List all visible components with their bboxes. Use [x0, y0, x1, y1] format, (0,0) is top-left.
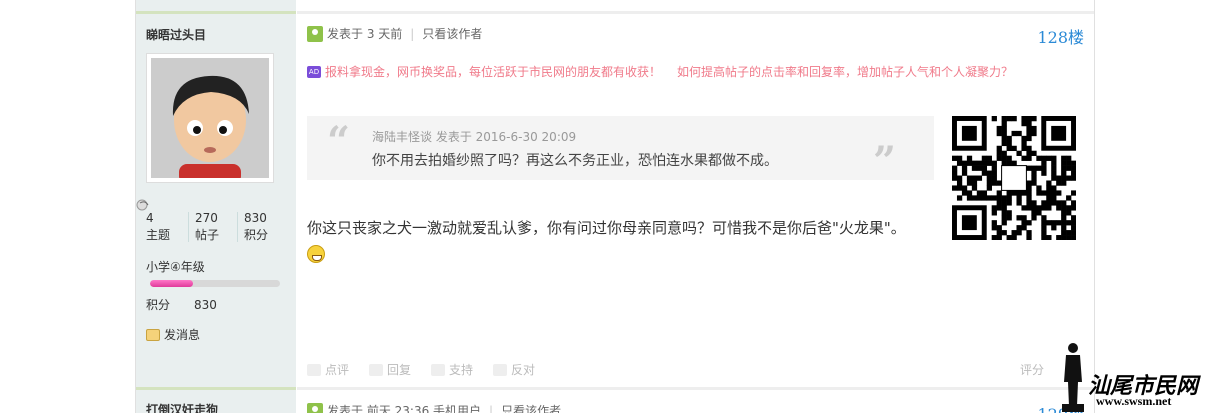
- author-username[interactable]: 睇晤过头目: [146, 26, 206, 43]
- post-meta: 发表于 3 天前 | 只看该作者: [307, 25, 482, 42]
- author-sidebar: 睇晤过头目 4 主题 270 帖子 830 积分 小学④年级 积分 830 发消…: [136, 0, 296, 413]
- support-button[interactable]: 支持: [431, 361, 473, 378]
- avatar-image: [151, 58, 269, 178]
- next-author-username[interactable]: 打倒汉奸走狗: [146, 401, 218, 413]
- ad-link[interactable]: 报料拿现金，网币换奖品，每位活跃于市民网的朋友都有收获！: [325, 63, 661, 80]
- site-watermark: 汕尾市民网 www.swsm.net: [1058, 340, 1220, 413]
- stat-topics[interactable]: 4 主题: [146, 211, 188, 243]
- quote-open-icon: “: [327, 118, 351, 165]
- qr-code: [952, 116, 1077, 241]
- ad-icon: AD: [307, 65, 321, 78]
- online-status-icon: [136, 196, 150, 211]
- post-body-text: 你这只丧家之犬一激动就爱乱认爹，你有问过你母亲同意吗？可惜我不是你后爸"火龙果"…: [307, 219, 906, 237]
- separator: |: [410, 26, 415, 41]
- credit-row: 积分 830: [146, 296, 217, 313]
- quote-block: “ 海陆丰怪谈 发表于 2016-6-30 20:09 你不用去拍婚纱照了吗？再…: [307, 116, 934, 185]
- reply-icon: [369, 363, 384, 376]
- stat-value: 270: [195, 211, 218, 225]
- stat-credits[interactable]: 830 积分: [237, 212, 286, 242]
- stat-value: 4: [146, 211, 154, 225]
- message-icon: [146, 328, 160, 341]
- avatar[interactable]: [146, 53, 274, 183]
- grade-progress-fill: [150, 280, 193, 287]
- stat-label: 帖子: [195, 228, 220, 242]
- divider: [136, 11, 296, 14]
- user-grade[interactable]: 小学④年级: [146, 258, 205, 275]
- post-body: 你这只丧家之犬一激动就爱乱认爹，你有问过你母亲同意吗？可惜我不是你后爸"火龙果"…: [307, 216, 907, 266]
- divider: [136, 387, 296, 390]
- thumb-down-icon: [493, 363, 508, 376]
- next-post-time: 发表于 前天 23:36 手机用户: [327, 404, 482, 413]
- watermark-url: www.swsm.net: [1096, 394, 1172, 408]
- rate-button[interactable]: 评分: [1020, 361, 1044, 378]
- post-time: 发表于 3 天前: [327, 27, 403, 41]
- forum-page: 睇晤过头目 4 主题 270 帖子 830 积分 小学④年级 积分 830 发消…: [0, 0, 1220, 413]
- only-author-link[interactable]: 只看该作者: [501, 402, 561, 413]
- send-message-label: 发消息: [164, 328, 201, 342]
- divider: [297, 11, 1094, 14]
- floor-number[interactable]: 128楼: [1037, 24, 1084, 48]
- quote-close-icon: ”: [872, 138, 896, 185]
- credit-value: 830: [194, 298, 217, 312]
- send-message-link[interactable]: 发消息: [146, 326, 200, 343]
- quote-text: 你不用去拍婚纱照了吗？再这么不务正业，恐怕连水果都做不成。: [372, 153, 778, 169]
- ad-link[interactable]: 如何提高帖子的点击率和回复率，增加帖子人气和个人凝聚力？: [677, 63, 1013, 80]
- comment-button[interactable]: 点评: [307, 361, 349, 378]
- stat-label: 主题: [146, 228, 171, 242]
- stat-posts[interactable]: 270 帖子: [188, 212, 237, 242]
- statue-icon: [1062, 343, 1084, 412]
- stat-label: 积分: [244, 228, 269, 242]
- divider: [297, 387, 1094, 390]
- post-actions: 点评 回复 支持 反对: [307, 361, 555, 378]
- post-content: 发表于 3 天前 | 只看该作者 128楼 AD 报料拿现金，网币换奖品，每位活…: [297, 0, 1094, 413]
- quote-author[interactable]: 海陆丰怪谈 发表于 2016-6-30 20:09: [372, 128, 576, 145]
- stat-value: 830: [244, 211, 267, 225]
- only-author-link[interactable]: 只看该作者: [422, 25, 482, 42]
- qr-code-image: [952, 116, 1077, 241]
- grade-progress-bar: [150, 280, 280, 287]
- smiley-icon: [307, 244, 325, 263]
- reply-button[interactable]: 回复: [369, 361, 411, 378]
- action-label: 点评: [325, 363, 350, 377]
- comment-icon: [307, 363, 321, 376]
- separator: |: [489, 403, 494, 413]
- user-icon: [307, 25, 323, 42]
- ad-links: AD 报料拿现金，网币换奖品，每位活跃于市民网的朋友都有收获！ 如何提高帖子的点…: [307, 63, 1013, 80]
- user-icon: [307, 402, 323, 413]
- next-post-meta: 发表于 前天 23:36 手机用户 | 只看该作者: [307, 402, 561, 413]
- action-label: 支持: [449, 363, 474, 377]
- oppose-button[interactable]: 反对: [493, 361, 535, 378]
- author-stats: 4 主题 270 帖子 830 积分: [146, 212, 286, 242]
- thumb-up-icon: [431, 363, 446, 376]
- action-label: 回复: [387, 363, 412, 377]
- credit-label: 积分: [146, 298, 171, 312]
- action-label: 反对: [511, 363, 536, 377]
